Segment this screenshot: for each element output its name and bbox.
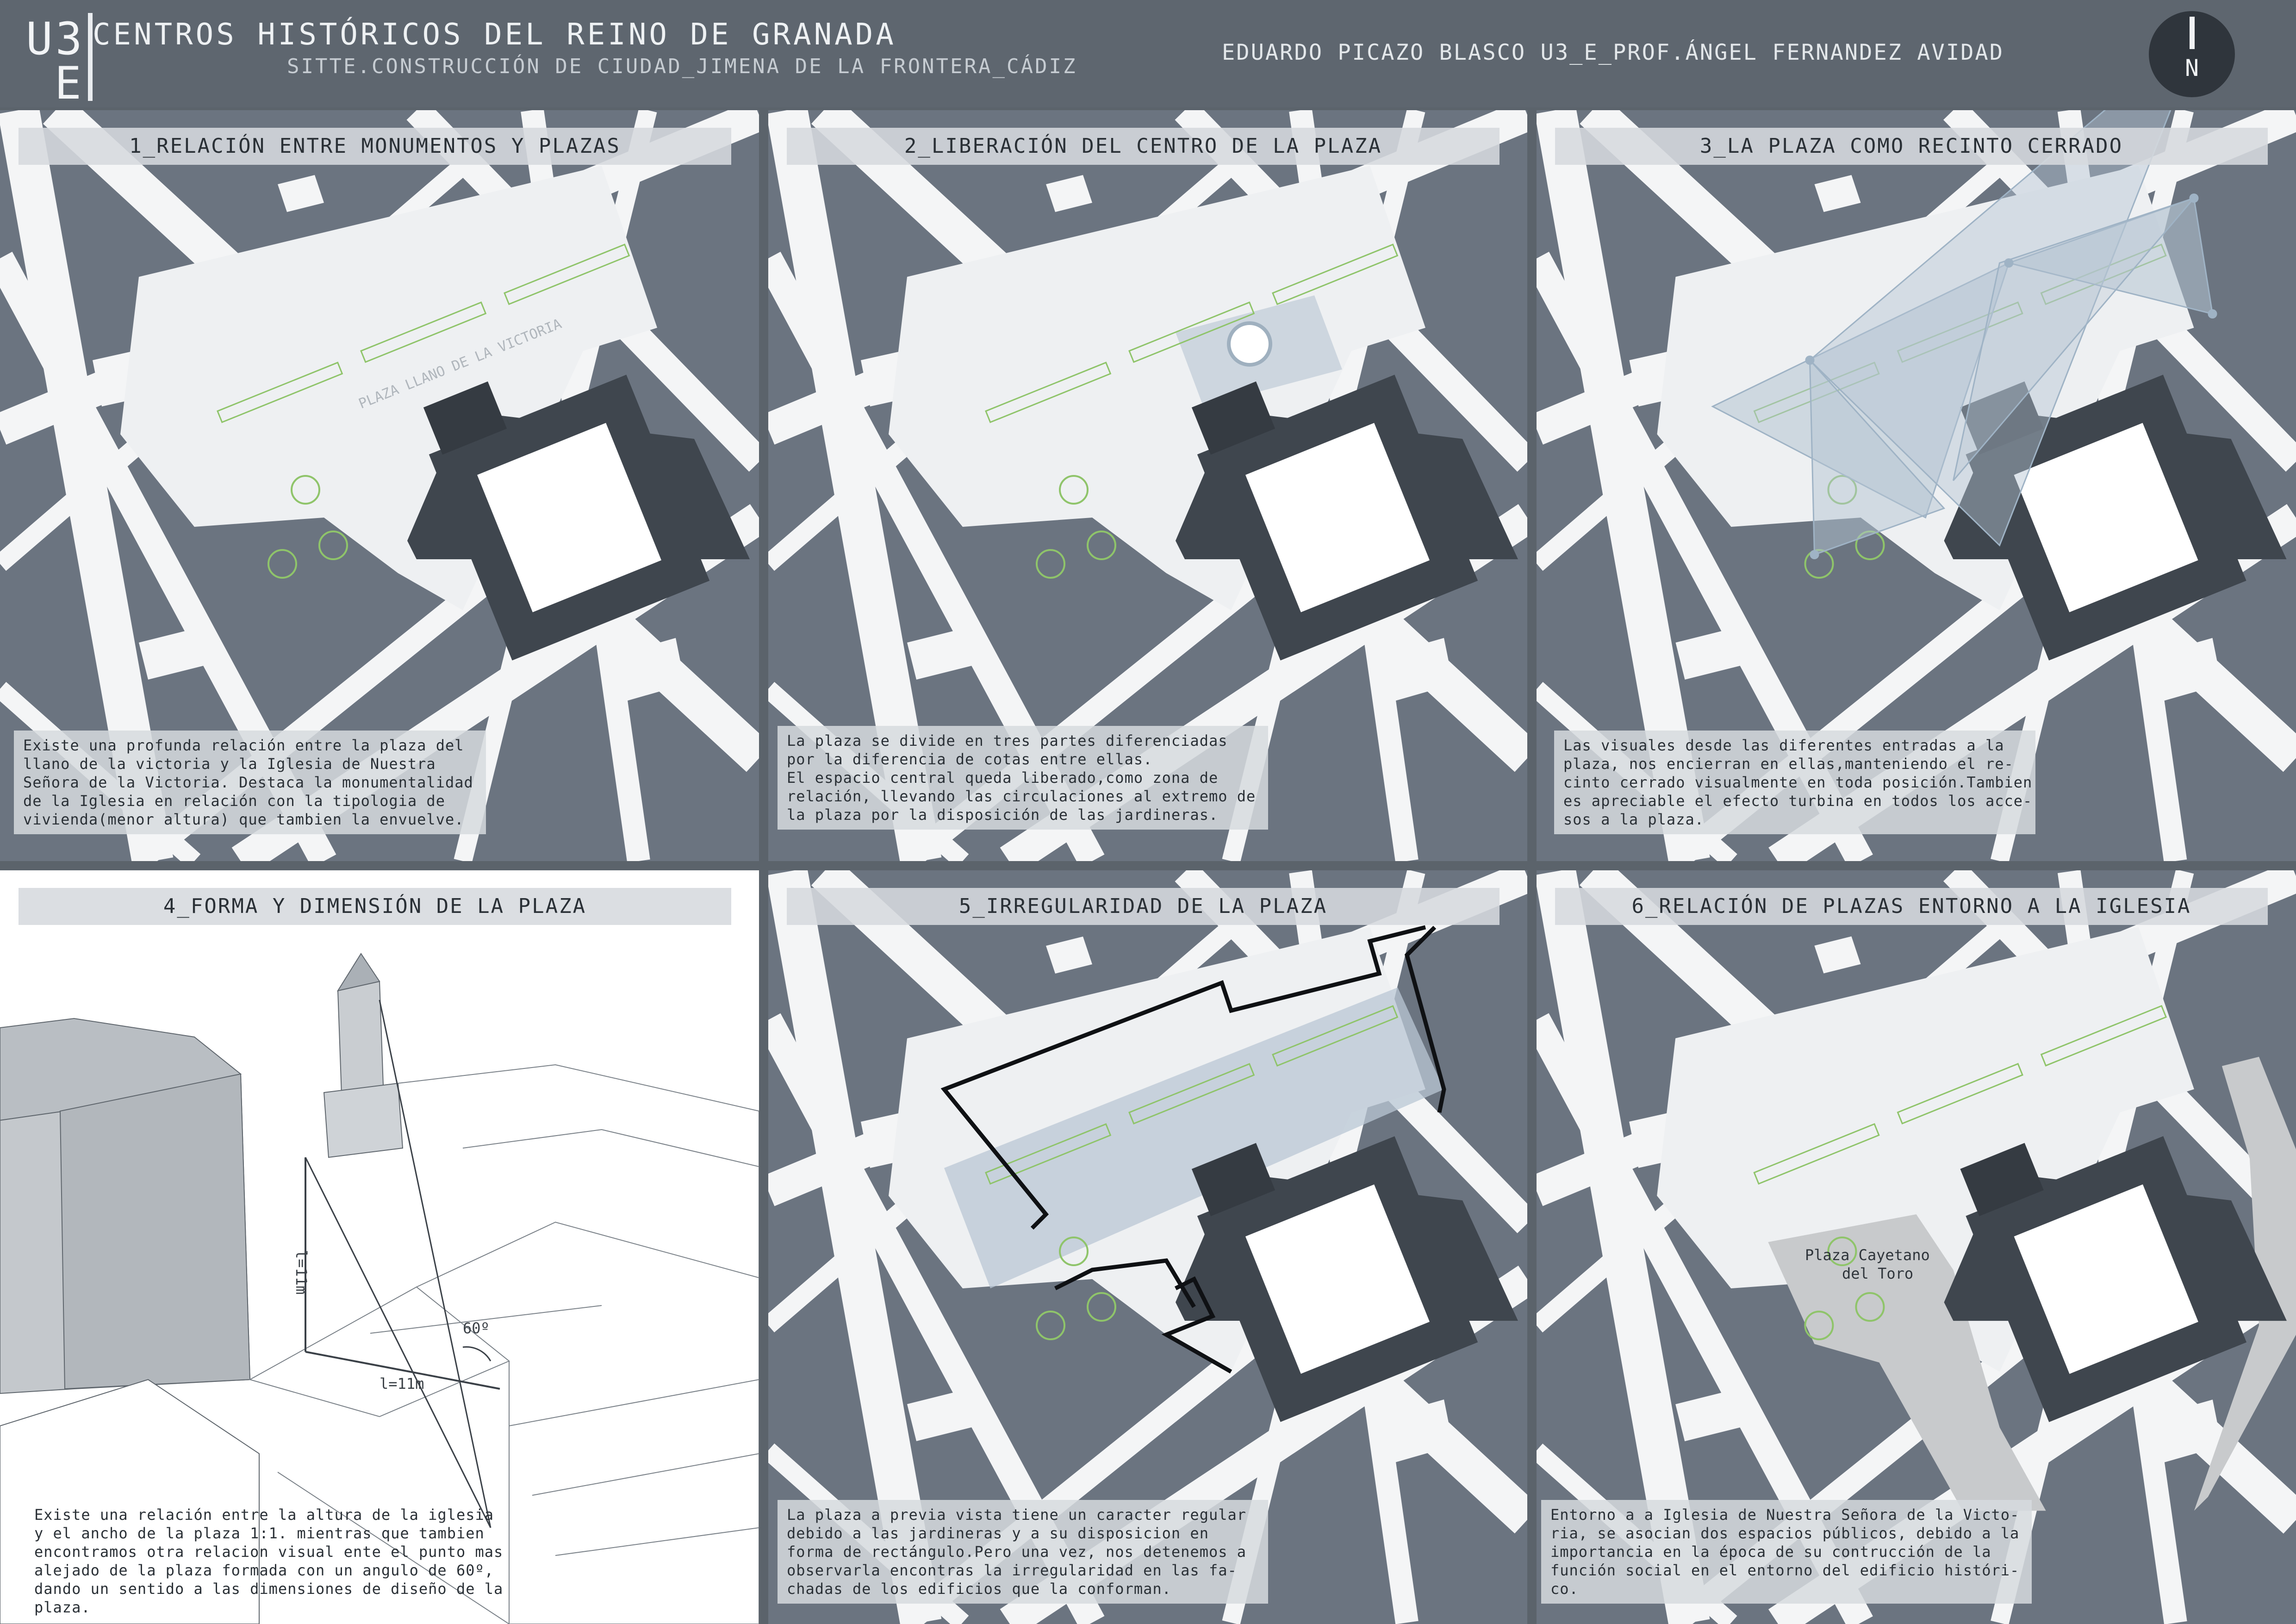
desc-line: vivienda(menor altura) que tambien la en… (23, 811, 464, 828)
panel-1-description: Existe una profunda relación entre la pl… (14, 731, 486, 834)
sight-line (305, 1157, 492, 1528)
desc-line: Las visuales desde las diferentes entrad… (1563, 737, 2004, 754)
angle-arc (462, 1346, 492, 1362)
panel-3-title: 3_LA PLAZA COMO RECINTO CERRADO (1555, 128, 2268, 165)
desc-line: forma de rectángulo.Pero una vez, nos de… (787, 1543, 1247, 1561)
panel-6-description: Entorno a a Iglesia de Nuestra Señora de… (1541, 1500, 2032, 1604)
author-credit: EDUARDO PICAZO BLASCO U3_E_PROF.ÁNGEL FE… (1222, 40, 2004, 65)
desc-line: Existe una relación entre la altura de l… (34, 1506, 494, 1524)
desc-line: y el ancho de la plaza 1:1. mientras que… (34, 1524, 485, 1542)
desc-line: La plaza se divide en tres partes difere… (787, 732, 1228, 750)
north-arrow-icon: N (2149, 11, 2235, 97)
panel-6-title: 6_RELACIÓN DE PLAZAS ENTORNO A LA IGLESI… (1555, 888, 2268, 925)
panel-5-title: 5_IRREGULARIDAD DE LA PLAZA (787, 888, 1500, 925)
panel-4-description: Existe una relación entre la altura de l… (25, 1500, 525, 1622)
desc-line: por la diferencia de cotas entre ellas. (787, 750, 1153, 768)
course-logo: U3 E (19, 13, 93, 109)
panel-5: 5_IRREGULARIDAD DE LA PLAZA La plaza a p… (768, 870, 1527, 1624)
desc-line: alejado de la plaza formada con un angul… (34, 1562, 494, 1579)
desc-line: dando un sentido a las dimensiones de di… (34, 1580, 504, 1598)
panel-2-title: 2_LIBERACIÓN DEL CENTRO DE LA PLAZA (787, 128, 1500, 165)
panel-2: 2_LIBERACIÓN DEL CENTRO DE LA PLAZA La p… (768, 110, 1527, 861)
poster-subtitle: SITTE.CONSTRUCCIÓN DE CIUDAD_JIMENA DE L… (287, 55, 1077, 78)
desc-line: plaza. (34, 1599, 91, 1616)
poster-title: CENTROS HISTÓRICOS DEL REINO DE GRANADA (93, 18, 896, 52)
panel-6: 6_RELACIÓN DE PLAZAS ENTORNO A LA IGLESI… (1537, 870, 2296, 1624)
desc-line: Señora de la Victoria. Destaca la monume… (23, 774, 473, 791)
desc-line: El espacio central queda liberado,como z… (787, 769, 1219, 787)
desc-line: función social en el entorno del edifici… (1550, 1562, 2020, 1579)
desc-line: llano de la victoria y la Iglesia de Nue… (23, 755, 436, 773)
desc-line: relación, llevando las circulaciones al … (787, 787, 1256, 805)
height-label: l=11m (292, 1250, 310, 1295)
panel-1: PLAZA LLANO DE LA VICTORIA 1_RELACIÓN EN… (0, 110, 759, 861)
width-label: l=11m (380, 1375, 424, 1393)
panel-1-title: 1_RELACIÓN ENTRE MONUMENTOS Y PLAZAS (19, 128, 731, 165)
angle-label: 60º (463, 1319, 490, 1337)
north-needle (2190, 17, 2195, 49)
desc-line: plaza, nos encierran en ellas,manteniend… (1563, 755, 2014, 773)
plaza-label: del Toro (1842, 1265, 1914, 1282)
desc-line: la plaza por la disposición de las jardi… (787, 806, 1219, 824)
panel-3-description: Las visuales desde las diferentes entrad… (1554, 731, 2035, 834)
panel-4: 4_FORMA Y DIMENSIÓN DE LA PLAZA l=11m l=… (0, 870, 759, 1624)
desc-line: Entorno a a Iglesia de Nuestra Señora de… (1550, 1506, 2020, 1524)
desc-line: ria, se asocian dos espacios públicos, d… (1550, 1524, 2020, 1542)
desc-line: de la Iglesia en relación con la tipolog… (23, 792, 445, 810)
panel-5-description: La plaza a previa vista tiene un caracte… (778, 1500, 1268, 1604)
desc-line: chadas de los edificios que la conforman… (787, 1580, 1171, 1598)
desc-line: observarla encontras la irregularidad en… (787, 1562, 1237, 1579)
desc-line: importancia en la época de su contrucció… (1550, 1543, 1991, 1561)
desc-line: cinto cerrado visualmente en toda posici… (1563, 774, 2033, 791)
header-bar: U3 E CENTROS HISTÓRICOS DEL REINO DE GRA… (0, 0, 2296, 109)
panel-4-title: 4_FORMA Y DIMENSIÓN DE LA PLAZA (19, 888, 731, 925)
fountain-icon (1227, 321, 1272, 367)
desc-line: es apreciable el efecto turbina en todos… (1563, 792, 2033, 810)
desc-line: sos a la plaza. (1563, 811, 1704, 828)
panel-2-description: La plaza se divide en tres partes difere… (778, 726, 1268, 830)
desc-line: co. (1550, 1580, 1579, 1598)
desc-line: Existe una profunda relación entre la pl… (23, 737, 464, 754)
desc-line: La plaza a previa vista tiene un caracte… (787, 1506, 1247, 1524)
north-label: N (2184, 55, 2199, 81)
panel-3: 3_LA PLAZA COMO RECINTO CERRADO Las visu… (1537, 110, 2296, 861)
plaza-label: Plaza Cayetano (1805, 1246, 1930, 1264)
desc-line: debido a las jardineras y a su disposici… (787, 1524, 1209, 1542)
logo-line-2: E (55, 57, 81, 109)
desc-line: encontramos otra relacion visual ente el… (34, 1543, 504, 1561)
poster-sheet: U3 E CENTROS HISTÓRICOS DEL REINO DE GRA… (0, 0, 2296, 1624)
